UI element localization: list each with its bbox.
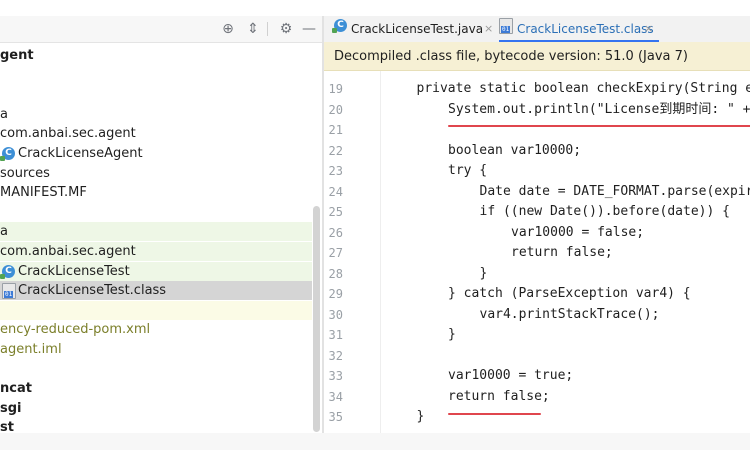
- editor-tabs: C CrackLicenseTest.java × CrackLicenseTe…: [324, 16, 750, 43]
- java-class-icon: C: [332, 19, 347, 33]
- code-line[interactable]: System.out.println("License到期时间: " +: [448, 100, 750, 120]
- gear-icon[interactable]: ⚙: [277, 20, 295, 38]
- ide-window: ⊕ ⇕ ⚙ — gent a com.anbai.sec.agent C CrackLi…: [0, 0, 750, 433]
- tree-row-label: ncat: [0, 381, 32, 397]
- tree-row-label: com.anbai.sec.agent: [0, 126, 136, 142]
- tree-row[interactable]: C CrackLicenseTest: [0, 261, 312, 281]
- class-file-icon: [499, 18, 513, 34]
- line-number: 26: [328, 225, 343, 240]
- code-line[interactable]: return false;: [448, 387, 550, 407]
- tree-row[interactable]: [0, 203, 312, 222]
- decompiled-banner: Decompiled .class file, bytecode version…: [324, 42, 750, 71]
- code-line[interactable]: Date date = DATE_FORMAT.parse(expir: [480, 182, 750, 202]
- toolbar-divider: [267, 22, 268, 36]
- line-number: 29: [328, 287, 343, 301]
- tree-row[interactable]: CrackLicenseTest.class: [0, 281, 312, 301]
- line-number: 31: [328, 328, 343, 342]
- java-class-icon: C: [0, 147, 15, 161]
- tree-row-label: CrackLicenseTest: [18, 263, 130, 279]
- tree-row-label: agent.iml: [0, 342, 62, 357]
- tree-row-label: CrackLicenseAgent: [18, 146, 143, 161]
- code-line[interactable]: try {: [448, 161, 487, 181]
- code-line[interactable]: var10000 = true;: [448, 366, 573, 386]
- tree-row[interactable]: [0, 360, 312, 379]
- tab-label: CrackLicenseTest.class: [517, 22, 654, 36]
- tab-cracklicensetest-class[interactable]: CrackLicenseTest.class ×: [499, 16, 659, 42]
- highlight-underline: [448, 413, 541, 415]
- tree-row-label: st: [0, 420, 14, 433]
- close-icon[interactable]: ×: [644, 16, 653, 42]
- tree-row[interactable]: ncat: [0, 379, 312, 398]
- tree-row[interactable]: [0, 85, 312, 104]
- code-line[interactable]: }: [480, 264, 488, 284]
- code-line[interactable]: var10000 = false;: [511, 223, 644, 243]
- tree-row-label: sgi: [0, 400, 22, 416]
- line-number: 24: [328, 184, 343, 199]
- line-number: 23: [328, 164, 343, 178]
- tree-row-label: a: [0, 224, 8, 240]
- line-number: 34: [328, 389, 343, 404]
- tree-row-label: MANIFEST.MF: [0, 185, 87, 201]
- tree-row[interactable]: [0, 300, 312, 320]
- line-number: 35: [328, 410, 343, 424]
- tree-scrollbar[interactable]: [313, 206, 320, 432]
- code-line[interactable]: return false;: [511, 243, 613, 263]
- tree-row[interactable]: a: [0, 222, 312, 242]
- tree-row[interactable]: gent: [0, 46, 312, 65]
- line-number: 20: [328, 102, 343, 117]
- line-number: 22: [328, 143, 343, 158]
- tree-row[interactable]: st: [0, 418, 312, 433]
- line-number: 30: [328, 307, 343, 322]
- code-line[interactable]: private static boolean checkExpiry(Strin…: [417, 79, 750, 99]
- java-class-icon: C: [0, 264, 15, 279]
- tree-row[interactable]: sources: [0, 164, 312, 183]
- tab-label: CrackLicenseTest.java: [351, 22, 484, 36]
- code-line[interactable]: boolean var10000;: [448, 141, 581, 161]
- tree-row-label: com.anbai.sec.agent: [0, 244, 136, 259]
- editor-pane: C CrackLicenseTest.java × CrackLicenseTe…: [324, 16, 750, 433]
- tree-row[interactable]: agent.iml: [0, 340, 312, 359]
- locate-icon[interactable]: ⊕: [219, 20, 237, 38]
- tree-row[interactable]: C CrackLicenseAgent: [0, 144, 312, 163]
- code-line[interactable]: if ((new Date()).before(date)) {: [480, 202, 730, 222]
- project-toolbar: ⊕ ⇕ ⚙ —: [0, 16, 322, 43]
- project-tool-window: ⊕ ⇕ ⚙ — gent a com.anbai.sec.agent C CrackLi…: [0, 16, 322, 433]
- tree-row[interactable]: [0, 66, 312, 85]
- code-line[interactable]: }: [448, 325, 456, 345]
- highlight-underline: [448, 125, 750, 127]
- close-icon[interactable]: ×: [484, 16, 493, 42]
- line-number: 19: [328, 82, 343, 96]
- line-number: 28: [328, 266, 343, 281]
- code-line[interactable]: var4.printStackTrace();: [480, 305, 660, 325]
- tree-row[interactable]: MANIFEST.MF: [0, 183, 312, 202]
- collapse-icon[interactable]: ⇕: [244, 20, 262, 38]
- line-number: 21: [328, 123, 343, 137]
- tree-row-label: gent: [0, 48, 34, 63]
- tree-row[interactable]: com.anbai.sec.agent: [0, 124, 312, 143]
- code-line[interactable]: }: [417, 407, 425, 427]
- line-number: 25: [328, 205, 343, 219]
- tree-row[interactable]: com.anbai.sec.agent: [0, 242, 312, 261]
- line-number: 27: [328, 246, 343, 260]
- tree-row-label: ency-reduced-pom.xml: [0, 322, 151, 338]
- code-line[interactable]: } catch (ParseException var4) {: [448, 284, 691, 304]
- tree-row-label: CrackLicenseTest.class: [18, 283, 167, 299]
- class-file-icon: [2, 283, 16, 300]
- line-number: 33: [328, 369, 343, 383]
- minimize-icon[interactable]: —: [300, 20, 318, 38]
- tree-row-label: a: [0, 106, 8, 122]
- tree-row-label: sources: [0, 165, 50, 181]
- tree-row[interactable]: ency-reduced-pom.xml: [0, 320, 312, 339]
- window-bottom-edge: [0, 433, 750, 450]
- tree-row[interactable]: a: [0, 105, 312, 124]
- line-number: 32: [328, 348, 343, 363]
- tree-row[interactable]: sgi: [0, 399, 312, 418]
